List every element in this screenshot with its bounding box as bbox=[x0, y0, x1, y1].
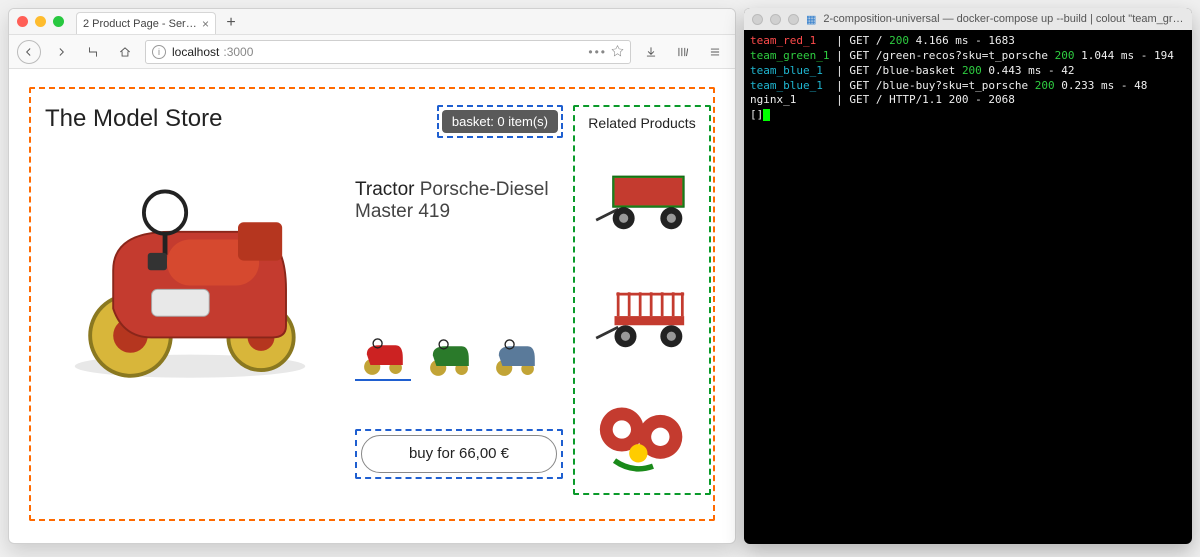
team-blue-buy-region: buy for 66,00 € bbox=[355, 429, 563, 479]
product-details: Tractor Porsche-Diesel Master 419 buy fo… bbox=[355, 155, 563, 496]
team-green-region: Related Products bbox=[573, 105, 711, 495]
variant-thumb-0[interactable] bbox=[355, 333, 411, 381]
reload-button[interactable] bbox=[81, 40, 105, 64]
downloads-icon[interactable] bbox=[639, 40, 663, 64]
browser-window: 2 Product Page - Server Side R × + i loc bbox=[8, 8, 736, 544]
product-brand: Tractor bbox=[355, 179, 414, 200]
library-icon[interactable] bbox=[671, 40, 695, 64]
browser-titlebar: 2 Product Page - Server Side R × + bbox=[9, 9, 735, 35]
page-content: The Model Store basket: 0 item(s) Relate… bbox=[9, 69, 735, 543]
terminal-window-controls bbox=[752, 14, 799, 25]
home-button[interactable] bbox=[113, 40, 137, 64]
menu-icon[interactable] bbox=[703, 40, 727, 64]
buy-button[interactable]: buy for 66,00 € bbox=[361, 435, 557, 473]
browser-toolbar: i localhost :3000 ••• bbox=[9, 35, 735, 69]
variant-thumb-1[interactable] bbox=[421, 333, 477, 381]
window-controls bbox=[17, 16, 64, 27]
variant-thumbnails bbox=[355, 333, 563, 381]
minimize-window-button[interactable] bbox=[35, 16, 46, 27]
browser-tab[interactable]: 2 Product Page - Server Side R × bbox=[76, 12, 216, 34]
bookmark-icon[interactable] bbox=[611, 44, 624, 60]
term-close-button[interactable] bbox=[752, 14, 763, 25]
site-info-icon[interactable]: i bbox=[152, 45, 166, 59]
reco-red-trailer[interactable] bbox=[587, 267, 697, 367]
store-title: The Model Store bbox=[45, 105, 345, 155]
terminal-title: 2-composition-universal — docker-compose… bbox=[823, 13, 1184, 25]
term-zoom-button[interactable] bbox=[788, 14, 799, 25]
back-button[interactable] bbox=[17, 40, 41, 64]
terminal-window: ▦ 2-composition-universal — docker-compo… bbox=[744, 8, 1192, 544]
tab-bar: 2 Product Page - Server Side R × + bbox=[76, 9, 242, 34]
reco-green-trailer[interactable] bbox=[587, 149, 697, 249]
reco-gear-toy[interactable] bbox=[587, 385, 697, 485]
team-blue-basket-region: basket: 0 item(s) bbox=[437, 105, 563, 138]
terminal-titlebar: ▦ 2-composition-universal — docker-compo… bbox=[744, 8, 1192, 30]
close-window-button[interactable] bbox=[17, 16, 28, 27]
variant-thumb-2[interactable] bbox=[487, 333, 543, 381]
zoom-window-button[interactable] bbox=[53, 16, 64, 27]
close-tab-icon[interactable]: × bbox=[202, 17, 209, 31]
page-actions-icon[interactable]: ••• bbox=[588, 45, 607, 59]
term-min-button[interactable] bbox=[770, 14, 781, 25]
new-tab-button[interactable]: + bbox=[220, 12, 242, 34]
basket-button[interactable]: basket: 0 item(s) bbox=[442, 110, 558, 133]
url-host: localhost bbox=[172, 45, 219, 59]
forward-button[interactable] bbox=[49, 40, 73, 64]
tab-title: 2 Product Page - Server Side R bbox=[83, 18, 198, 30]
related-title: Related Products bbox=[588, 115, 695, 131]
team-red-region: The Model Store basket: 0 item(s) Relate… bbox=[29, 87, 715, 521]
product-name: Tractor Porsche-Diesel Master 419 bbox=[355, 179, 563, 223]
terminal-output[interactable]: team_red_1 | GET / 200 4.166 ms - 1683 t… bbox=[744, 30, 1192, 544]
address-bar[interactable]: i localhost :3000 ••• bbox=[145, 40, 631, 64]
product-hero-image bbox=[45, 155, 345, 496]
url-port: :3000 bbox=[223, 45, 253, 59]
